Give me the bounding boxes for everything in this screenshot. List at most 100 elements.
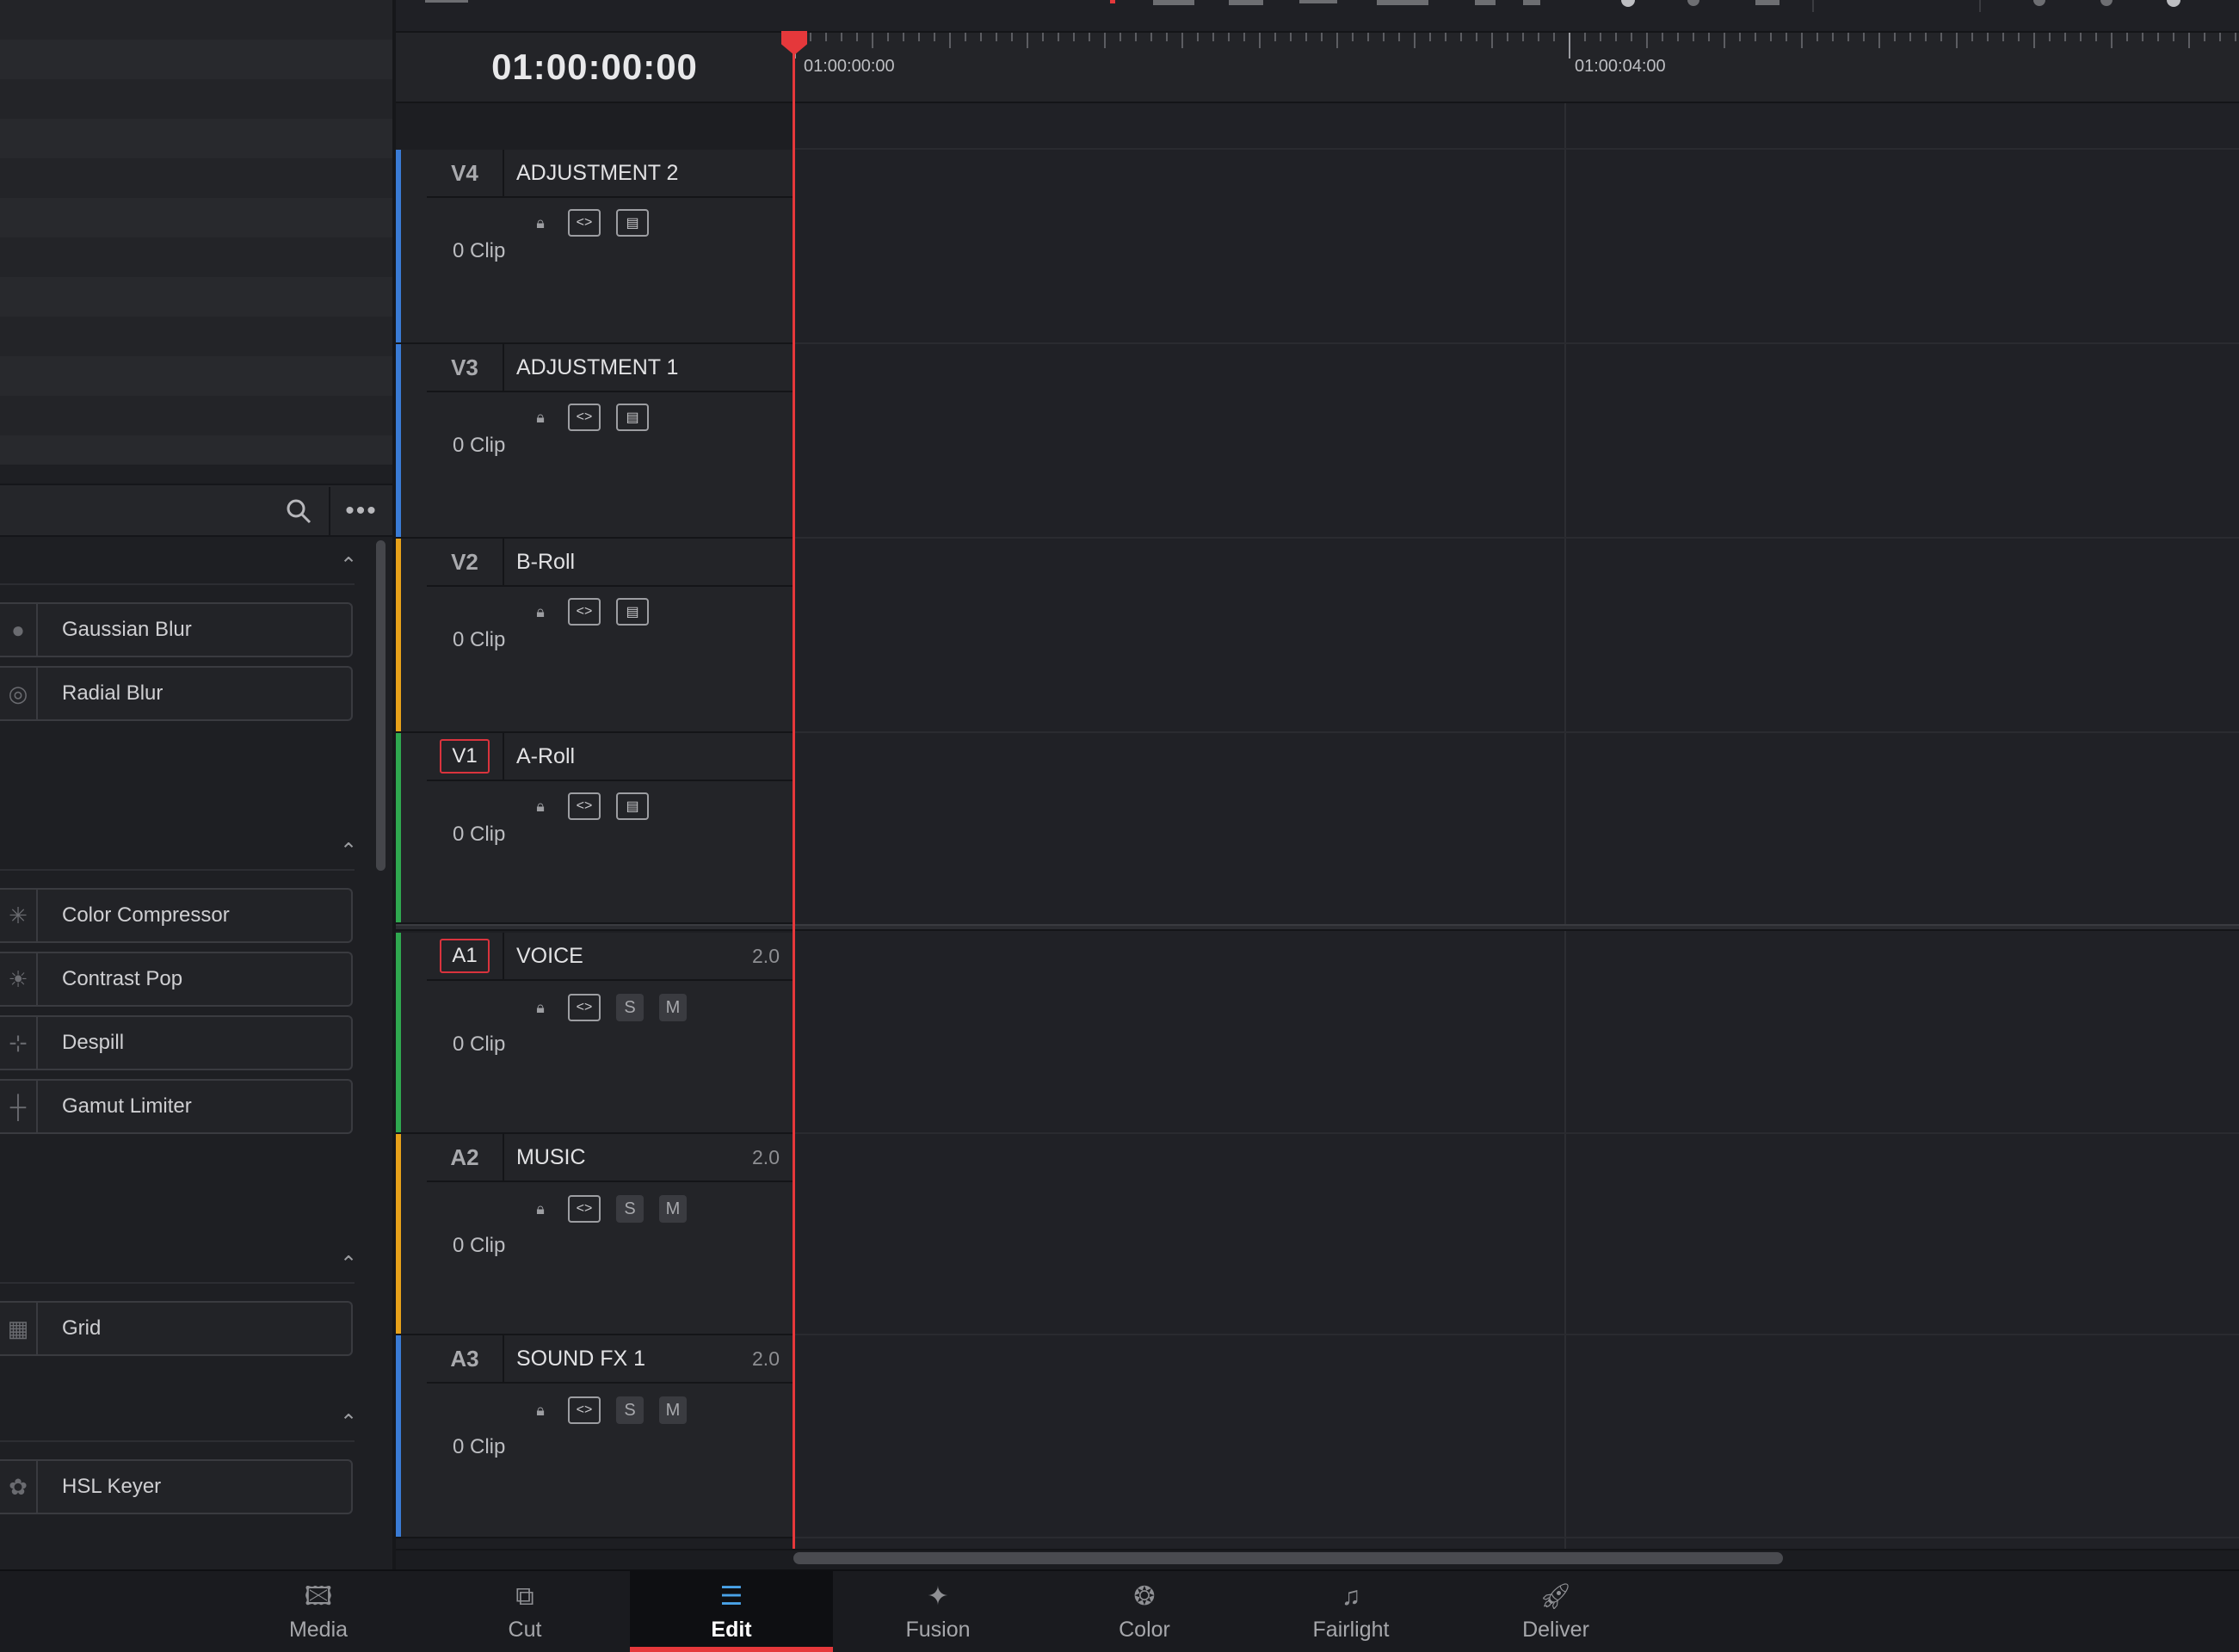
film-strip-icon[interactable]: ▤ <box>616 792 649 820</box>
track-color-bar <box>396 933 401 1132</box>
film-strip-icon[interactable]: ▤ <box>616 598 649 626</box>
track-header-a3[interactable]: A3 SOUND FX 1 2.0 🔒︎ <> S M 0 Clip <box>396 1335 793 1538</box>
track-id[interactable]: V2 <box>451 549 478 576</box>
lock-icon[interactable]: 🔒︎ <box>528 1199 552 1219</box>
viewer-area <box>0 0 394 465</box>
channel-format: 2.0 <box>752 945 780 967</box>
edit-timeline-icon: ☰ <box>719 1581 743 1611</box>
mute-button[interactable]: M <box>659 1195 687 1223</box>
timeline-gridline <box>1564 103 1566 1549</box>
track-name[interactable]: SOUND FX 1 <box>516 1335 645 1382</box>
solo-button[interactable]: S <box>616 1195 644 1223</box>
track-name[interactable]: VOICE <box>516 933 583 979</box>
nav-tab-deliver[interactable]: 🚀︎ Deliver <box>1454 1571 1657 1652</box>
auto-select-icon[interactable]: <> <box>568 209 601 237</box>
timeline-scrollbar[interactable] <box>793 1552 1783 1564</box>
auto-select-icon[interactable]: <> <box>568 994 601 1021</box>
timecode-display[interactable]: 01:00:00:00 <box>396 33 793 103</box>
effect-item-radial-blur[interactable]: ◎ Radial Blur <box>0 666 353 721</box>
mute-button[interactable]: M <box>659 1396 687 1424</box>
nav-tab-fairlight[interactable]: ♫ Fairlight <box>1249 1571 1453 1652</box>
effect-item-grid[interactable]: ▦ Grid <box>0 1301 353 1356</box>
film-strip-icon[interactable]: ▤ <box>616 404 649 431</box>
track-name[interactable]: MUSIC <box>516 1134 586 1180</box>
track-title-row: V3 ADJUSTMENT 1 <box>427 344 793 392</box>
effect-item-gaussian-blur[interactable]: ● Gaussian Blur <box>0 602 353 657</box>
track-id[interactable]: A2 <box>450 1144 478 1171</box>
timeline-ruler[interactable]: 01:00:00:00 01:00:04:00 <box>793 33 2239 103</box>
group-divider <box>0 583 355 585</box>
track-name[interactable]: ADJUSTMENT 2 <box>516 150 678 196</box>
track-id[interactable]: V4 <box>451 160 478 187</box>
track-header-a1[interactable]: A1 VOICE 2.0 🔒︎ <> S M 0 Clip <box>396 933 793 1134</box>
track-header-a2[interactable]: A2 MUSIC 2.0 🔒︎ <> S M 0 Clip <box>396 1134 793 1335</box>
collapse-group-chevron-icon[interactable]: ⌄ <box>336 1408 361 1433</box>
fusion-wand-icon: ✦ <box>927 1581 949 1611</box>
nav-tab-edit[interactable]: ☰ Edit <box>630 1571 833 1652</box>
nav-label: Deliver <box>1522 1617 1589 1642</box>
collapse-group-chevron-icon[interactable]: ⌄ <box>336 551 361 576</box>
timeline-track-area[interactable] <box>793 103 2239 1549</box>
nav-label: Cut <box>508 1617 542 1642</box>
clip-count: 0 Clip <box>453 1234 506 1257</box>
lock-icon[interactable]: 🔒︎ <box>528 796 552 817</box>
track-header-v1[interactable]: V1 A-Roll 🔒︎ <> ▤ 0 Clip <box>396 733 793 924</box>
film-strip-icon[interactable]: ▤ <box>616 209 649 237</box>
lock-icon[interactable]: 🔒︎ <box>528 601 552 622</box>
more-options-icon[interactable]: ••• <box>337 489 386 533</box>
collapse-group-chevron-icon[interactable]: ⌄ <box>336 836 361 862</box>
clip-count: 0 Clip <box>453 1032 506 1056</box>
track-id[interactable]: V3 <box>451 354 478 381</box>
effect-item-despill[interactable]: ⊹ Despill <box>0 1015 353 1070</box>
gamut-icon: ┼ <box>0 1081 38 1132</box>
effect-item-gamut-limiter[interactable]: ┼ Gamut Limiter <box>0 1079 353 1134</box>
lane-separator <box>793 731 2239 733</box>
solo-button[interactable]: S <box>616 1396 644 1424</box>
track-id-active[interactable]: V1 <box>440 739 490 774</box>
track-title-row: V2 B-Roll <box>427 539 793 587</box>
playhead-line[interactable] <box>793 38 795 1549</box>
mute-button[interactable]: M <box>659 994 687 1021</box>
track-title-row: A1 VOICE 2.0 <box>427 933 793 981</box>
track-title-row: A3 SOUND FX 1 2.0 <box>427 1335 793 1384</box>
nav-tab-fusion[interactable]: ✦ Fusion <box>836 1571 1039 1652</box>
track-header-v3[interactable]: V3 ADJUSTMENT 1 🔒︎ <> ▤ 0 Clip <box>396 344 793 539</box>
track-header-v4[interactable]: V4 ADJUSTMENT 2 🔒︎ <> ▤ 0 Clip <box>396 150 793 344</box>
auto-select-icon[interactable]: <> <box>568 1396 601 1424</box>
lane-separator <box>793 1537 2239 1538</box>
video-audio-divider[interactable] <box>396 924 2239 931</box>
track-name[interactable]: A-Roll <box>516 733 575 780</box>
nav-label: Fusion <box>905 1617 971 1642</box>
effect-item-contrast-pop[interactable]: ☀ Contrast Pop <box>0 952 353 1007</box>
auto-select-icon[interactable]: <> <box>568 404 601 431</box>
lock-icon[interactable]: 🔒︎ <box>528 1400 552 1421</box>
search-icon[interactable] <box>277 489 320 533</box>
auto-select-icon[interactable]: <> <box>568 598 601 626</box>
solo-button[interactable]: S <box>616 994 644 1021</box>
nav-tab-media[interactable]: 🖾 Media <box>217 1571 420 1652</box>
track-color-bar <box>396 733 401 922</box>
nav-tab-cut[interactable]: ⧉ Cut <box>423 1571 626 1652</box>
nav-label: Media <box>288 1617 348 1642</box>
lock-icon[interactable]: 🔒︎ <box>528 213 552 233</box>
effect-item-hsl-keyer[interactable]: ✿ HSL Keyer <box>0 1459 353 1514</box>
track-name[interactable]: B-Roll <box>516 539 575 585</box>
ruler-ticks <box>794 33 2236 59</box>
blur-icon: ● <box>0 604 38 656</box>
nav-tab-color[interactable]: ❂ Color <box>1043 1571 1246 1652</box>
channel-format: 2.0 <box>752 1347 780 1370</box>
lock-icon[interactable]: 🔒︎ <box>528 997 552 1018</box>
track-id-active[interactable]: A1 <box>440 939 490 973</box>
lock-icon[interactable]: 🔒︎ <box>528 407 552 428</box>
track-id[interactable]: A3 <box>450 1346 478 1372</box>
clip-count: 0 Clip <box>453 823 506 846</box>
collapse-group-chevron-icon[interactable]: ⌄ <box>336 1249 361 1275</box>
effect-item-color-compressor[interactable]: ✳ Color Compressor <box>0 888 353 943</box>
auto-select-icon[interactable]: <> <box>568 1195 601 1223</box>
auto-select-icon[interactable]: <> <box>568 792 601 820</box>
track-header-v2[interactable]: V2 B-Roll 🔒︎ <> ▤ 0 Clip <box>396 539 793 733</box>
track-name[interactable]: ADJUSTMENT 1 <box>516 344 678 391</box>
active-tab-indicator <box>630 1647 833 1652</box>
clip-count: 0 Clip <box>453 628 506 651</box>
effects-scrollbar[interactable] <box>376 540 386 871</box>
